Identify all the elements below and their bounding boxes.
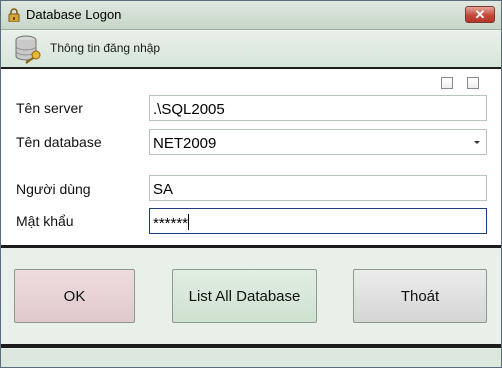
status-bar xyxy=(1,349,501,367)
bottom-divider xyxy=(1,344,501,348)
option-checkbox-1[interactable] xyxy=(441,77,453,89)
database-logon-window: Database Logon ✕ Thông tin đăng nhập Tên… xyxy=(0,0,502,368)
password-label: Mật khẩu xyxy=(16,213,74,229)
password-input[interactable]: ****** xyxy=(149,208,487,234)
header-title: Thông tin đăng nhập xyxy=(50,41,161,55)
chevron-down-icon[interactable] xyxy=(474,141,480,144)
app-lock-icon xyxy=(8,8,20,22)
form-panel: Tên server .\SQL2005 Tên database NET200… xyxy=(1,69,501,245)
database-key-icon xyxy=(15,35,41,64)
header-panel: Thông tin đăng nhập xyxy=(1,30,501,67)
database-label: Tên database xyxy=(16,134,102,150)
window-title: Database Logon xyxy=(26,7,122,22)
title-bar: Database Logon ✕ xyxy=(1,1,501,30)
close-icon: ✕ xyxy=(474,7,486,22)
button-panel: OK List All Database Thoát xyxy=(1,249,501,344)
password-value: ****** xyxy=(153,215,189,232)
user-label: Người dùng xyxy=(16,181,91,197)
database-select-value: NET2009 xyxy=(153,135,217,152)
database-select[interactable]: NET2009 xyxy=(149,129,487,155)
ok-button[interactable]: OK xyxy=(14,269,135,323)
form-divider xyxy=(1,245,501,248)
close-button[interactable]: ✕ xyxy=(465,6,495,23)
exit-button[interactable]: Thoát xyxy=(353,269,487,323)
list-all-database-button[interactable]: List All Database xyxy=(172,269,317,323)
server-input[interactable]: .\SQL2005 xyxy=(149,95,487,121)
user-input[interactable]: SA xyxy=(149,175,487,201)
text-caret xyxy=(188,214,190,230)
server-label: Tên server xyxy=(16,100,83,116)
option-checkbox-2[interactable] xyxy=(467,77,479,89)
